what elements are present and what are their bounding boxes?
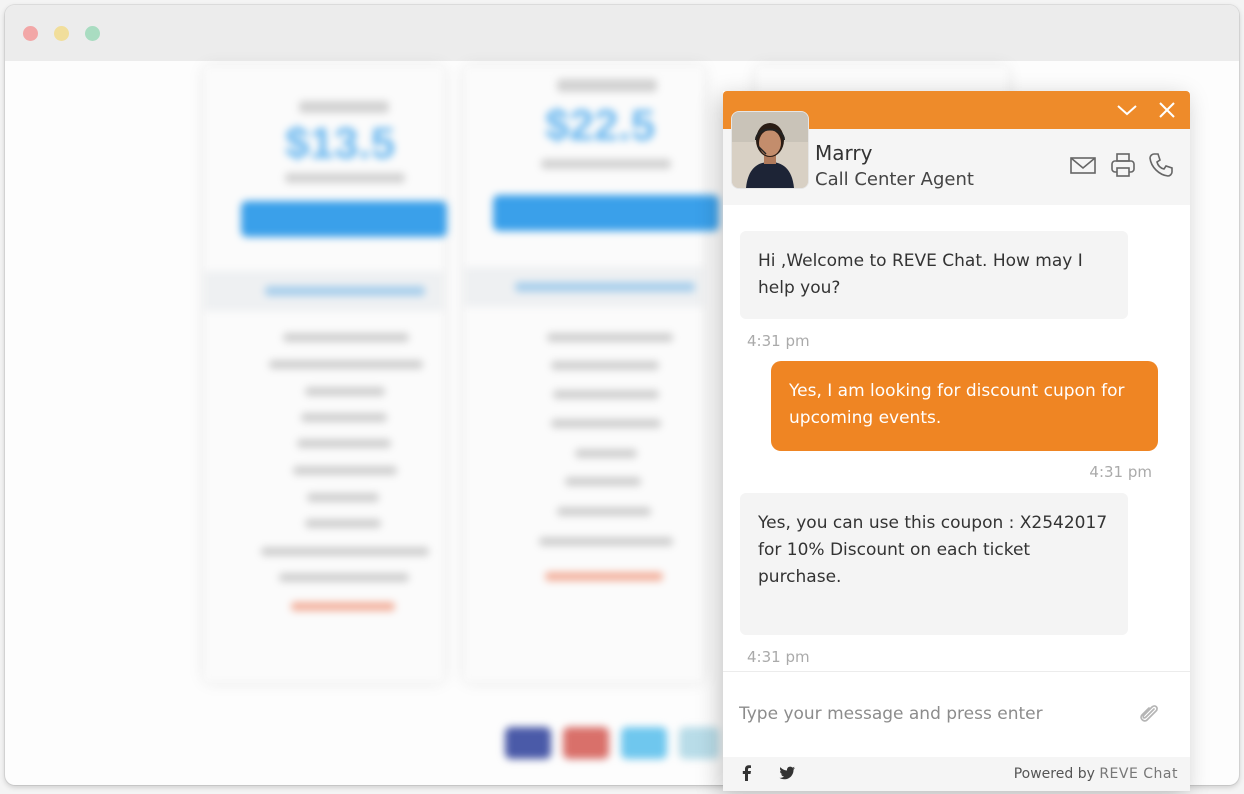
agent-role: Call Center Agent: [815, 169, 974, 190]
agent-message: Hi ,Welcome to REVE Chat. How may I help…: [740, 231, 1128, 319]
message-composer: [723, 671, 1190, 758]
message-list: Hi ,Welcome to REVE Chat. How may I help…: [723, 205, 1190, 670]
pricing-card: $13.5: [205, 67, 447, 681]
chat-widget: Marry Call Center Agent Hi ,Welcome to R…: [723, 91, 1190, 791]
amex-icon: [621, 727, 667, 759]
message-timestamp: 4:31 pm: [1089, 463, 1152, 481]
agent-avatar: [731, 111, 809, 189]
paperclip-icon[interactable]: [1136, 700, 1162, 726]
mastercard-icon: [563, 727, 609, 759]
mail-icon[interactable]: [1069, 151, 1097, 179]
agent-message: Yes, you can use this coupon : X2542017 …: [740, 493, 1128, 635]
agent-name: Marry: [815, 141, 873, 165]
plan-price: $13.5: [285, 119, 396, 168]
message-timestamp: 4:31 pm: [747, 648, 810, 666]
plan-price: $22.5: [545, 101, 656, 150]
facebook-icon[interactable]: [737, 763, 757, 783]
chat-footer: Powered by REVE Chat: [723, 757, 1190, 791]
window-titlebar: [5, 5, 1239, 61]
message-timestamp: 4:31 pm: [747, 332, 810, 350]
plan-cta-button[interactable]: [493, 195, 719, 231]
brand-link[interactable]: REVE Chat: [1099, 766, 1178, 782]
payment-icon: [679, 727, 719, 759]
visa-icon: [505, 727, 551, 759]
message-input[interactable]: [737, 698, 1131, 730]
chevron-down-icon[interactable]: [1115, 98, 1139, 122]
pricing-card: $22.5: [465, 67, 719, 681]
user-message: Yes, I am looking for discount cupon for…: [771, 361, 1158, 451]
minimize-window-dot[interactable]: [54, 26, 69, 41]
close-window-dot[interactable]: [23, 26, 38, 41]
powered-by: Powered by REVE Chat: [1014, 766, 1178, 782]
zoom-window-dot[interactable]: [85, 26, 100, 41]
phone-icon[interactable]: [1147, 151, 1175, 179]
plan-cta-button[interactable]: [241, 201, 447, 237]
powered-by-label: Powered by: [1013, 766, 1095, 782]
print-icon[interactable]: [1109, 151, 1137, 179]
close-icon[interactable]: [1155, 98, 1179, 122]
twitter-icon[interactable]: [777, 763, 797, 783]
agent-header: Marry Call Center Agent: [723, 111, 1190, 205]
